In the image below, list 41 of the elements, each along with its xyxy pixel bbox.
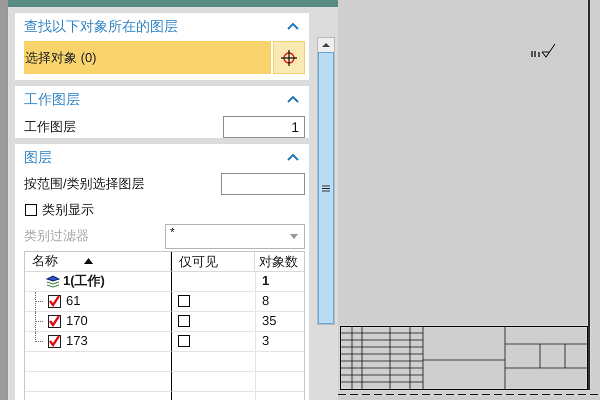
checkbox[interactable] — [178, 295, 190, 307]
grip-icon — [322, 184, 330, 192]
crosshair-icon — [280, 48, 298, 66]
layers-icon — [45, 273, 61, 289]
table-cell — [255, 372, 304, 392]
section-title: 图层 — [24, 148, 52, 166]
object-count: 1 — [262, 272, 270, 290]
column-header[interactable]: 名称 — [25, 252, 171, 272]
layer-name[interactable]: 173 — [66, 331, 88, 351]
selection-field[interactable]: 选择对象 (0) — [24, 41, 271, 74]
checkbox[interactable] — [48, 294, 61, 308]
checkbox[interactable] — [178, 315, 190, 327]
collapse-icon[interactable] — [287, 95, 299, 103]
section-title: 查找以下对象所在的图层 — [24, 16, 178, 36]
scrollbar[interactable] — [317, 37, 335, 325]
checkbox[interactable] — [25, 204, 37, 216]
dropdown-caret-icon — [290, 234, 298, 238]
checkbox[interactable] — [48, 334, 61, 348]
layer-name[interactable]: 170 — [66, 311, 88, 331]
object-count: 3 — [262, 332, 270, 350]
checkbox[interactable] — [178, 335, 190, 347]
range-field[interactable] — [221, 173, 305, 195]
scroll-thumb[interactable] — [318, 52, 334, 324]
layer-name[interactable]: 1(工作) — [63, 271, 105, 291]
surface-finish-symbol-drawing — [530, 42, 556, 58]
field-label: 按范围/类别选择图层 — [24, 175, 145, 194]
layer-name[interactable]: 61 — [66, 291, 80, 311]
work-layer-field[interactable]: 1 — [223, 116, 305, 138]
collapse-icon[interactable] — [287, 22, 299, 30]
column-header[interactable]: 仅可见 — [171, 252, 255, 272]
object-count: 8 — [262, 292, 270, 310]
checkbox[interactable] — [48, 314, 61, 328]
section-title: 工作图层 — [24, 90, 80, 108]
column-header[interactable]: 对象数 — [255, 252, 304, 272]
field-label: 工作图层 — [24, 118, 76, 136]
select-object-button[interactable] — [273, 41, 305, 74]
collapse-icon[interactable] — [287, 153, 299, 161]
sort-ascending-icon — [84, 258, 93, 264]
object-count: 35 — [262, 312, 276, 330]
field-label: 类别过滤器 — [24, 227, 89, 246]
checkbox-label: 类别显示 — [42, 201, 94, 219]
